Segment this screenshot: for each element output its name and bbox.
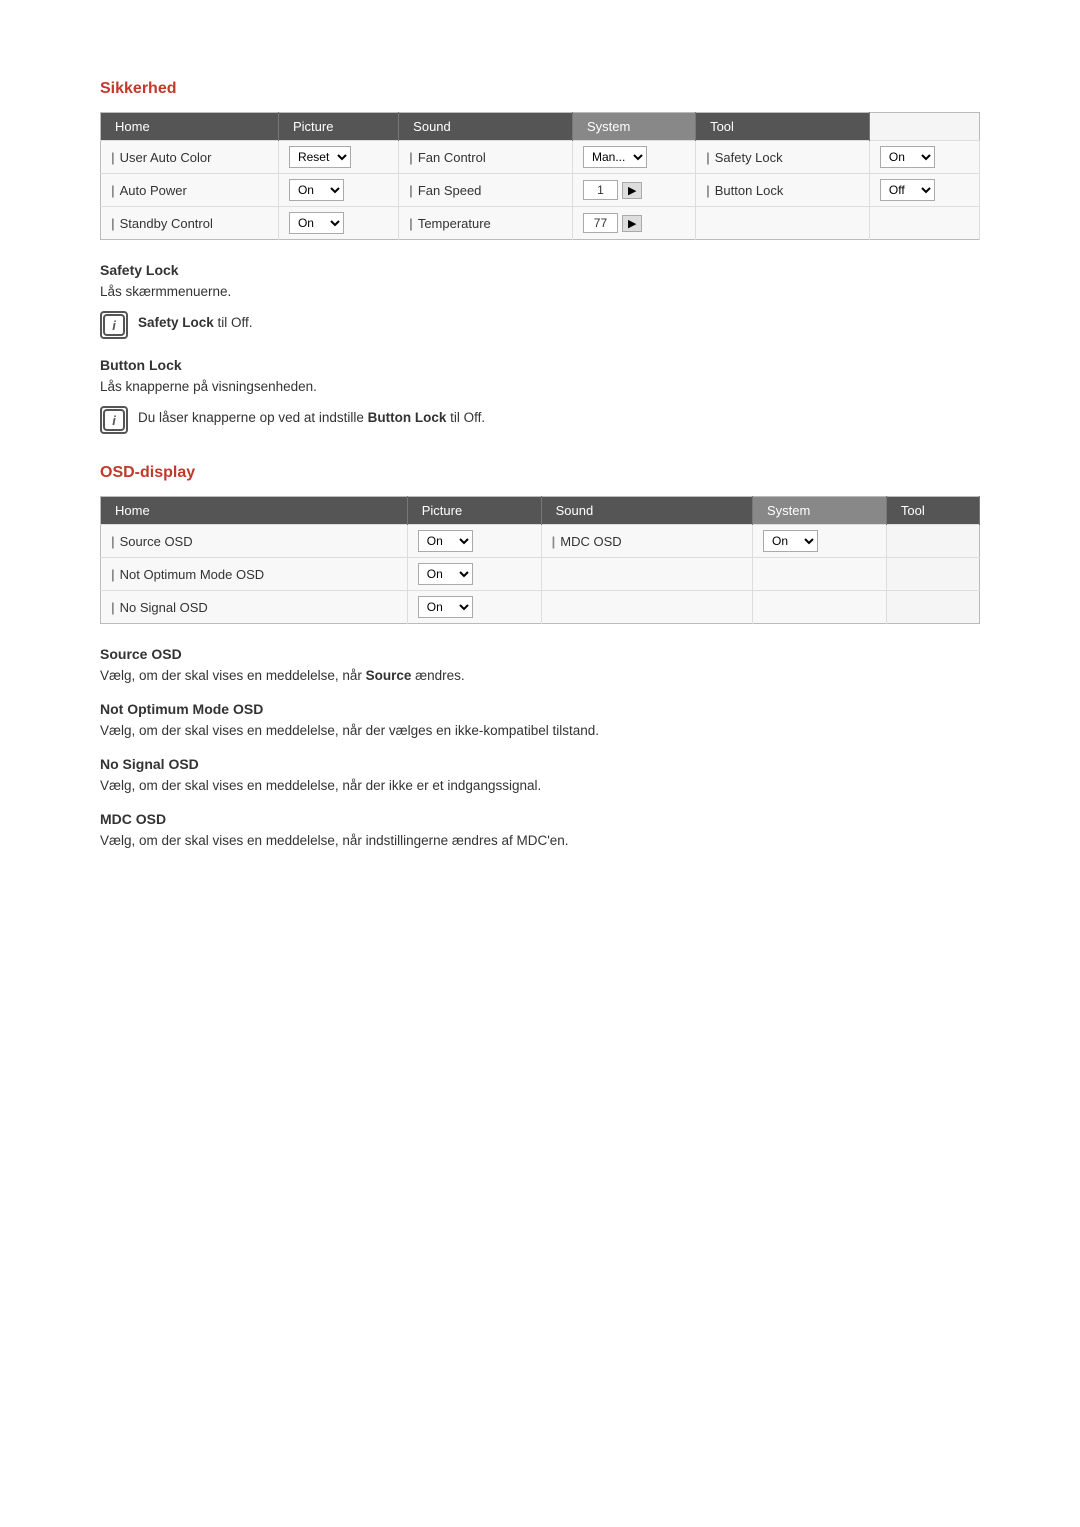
- button-lock-note-row: i Du låser knapperne op ved at indstille…: [100, 406, 980, 434]
- fan-control-control[interactable]: Man...: [572, 141, 695, 174]
- safety-lock-select[interactable]: On Off: [880, 146, 935, 168]
- auto-power-select[interactable]: On Off: [289, 179, 344, 201]
- sikkerhed-table: Home Picture Sound System Tool User Auto…: [100, 112, 980, 240]
- tab-sound[interactable]: Sound: [399, 113, 573, 141]
- no-signal-select[interactable]: On Off: [418, 596, 473, 618]
- source-osd-title: Source OSD: [100, 646, 980, 662]
- table-row: Auto Power On Off Fan Speed 1 ▶ Button L…: [101, 174, 980, 207]
- table-row: User Auto Color Reset Fan Control Man...…: [101, 141, 980, 174]
- no-signal-control[interactable]: On Off: [407, 591, 541, 624]
- not-optimum-control[interactable]: On Off: [407, 558, 541, 591]
- button-lock-desc: Lås knapperne på visningsenheden.: [100, 379, 980, 394]
- osd-empty-1: [541, 558, 752, 591]
- not-optimum-label: Not Optimum Mode OSD: [101, 558, 408, 591]
- osd-tab-tool[interactable]: Tool: [886, 497, 979, 525]
- osd-empty-2: [753, 558, 887, 591]
- empty-cell-1: [696, 207, 870, 240]
- button-lock-note-before: Du låser knapperne op ved at indstille: [138, 410, 368, 425]
- osd-title: OSD-display: [100, 464, 980, 482]
- temperature-next[interactable]: ▶: [622, 215, 642, 232]
- osd-table-row: Source OSD On Off MDC OSD On Off: [101, 525, 980, 558]
- tab-system[interactable]: System: [572, 113, 695, 141]
- fan-control-select[interactable]: Man...: [583, 146, 647, 168]
- osd-tab-picture[interactable]: Picture: [407, 497, 541, 525]
- user-auto-color-select[interactable]: Reset: [289, 146, 351, 168]
- standby-control-label: Standby Control: [101, 207, 279, 240]
- osd-tab-home[interactable]: Home: [101, 497, 408, 525]
- safety-lock-title: Safety Lock: [100, 262, 980, 278]
- sikkerhed-title: Sikkerhed: [100, 80, 980, 98]
- safety-lock-note: Safety Lock til Off.: [138, 311, 253, 330]
- table-row: Standby Control On Off Temperature 77 ▶: [101, 207, 980, 240]
- button-lock-note: Du låser knapperne op ved at indstille B…: [138, 406, 485, 425]
- temperature-label: Temperature: [399, 207, 573, 240]
- svg-text:i: i: [112, 318, 116, 333]
- osd-table-row: Not Optimum Mode OSD On Off: [101, 558, 980, 591]
- tab-home[interactable]: Home: [101, 113, 279, 141]
- fan-speed-control[interactable]: 1 ▶: [572, 174, 695, 207]
- user-auto-color-control[interactable]: Reset: [278, 141, 398, 174]
- mdc-osd-label: MDC OSD: [541, 525, 752, 558]
- fan-speed-value: 1: [583, 180, 618, 200]
- source-bold: Source: [366, 668, 412, 683]
- fan-speed-label: Fan Speed: [399, 174, 573, 207]
- not-optimum-title: Not Optimum Mode OSD: [100, 701, 980, 717]
- svg-text:i: i: [112, 413, 116, 428]
- standby-control-control[interactable]: On Off: [278, 207, 398, 240]
- source-osd-select[interactable]: On Off: [418, 530, 473, 552]
- note-icon-2: i: [100, 406, 128, 434]
- temperature-value: 77: [583, 213, 618, 233]
- empty-cell-2: [869, 207, 979, 240]
- tab-picture[interactable]: Picture: [278, 113, 398, 141]
- fan-speed-next[interactable]: ▶: [622, 182, 642, 199]
- source-osd-control[interactable]: On Off: [407, 525, 541, 558]
- button-lock-note-after: til Off.: [446, 410, 485, 425]
- no-signal-desc: Vælg, om der skal vises en meddelelse, n…: [100, 778, 980, 793]
- button-lock-control[interactable]: Off On: [869, 174, 979, 207]
- auto-power-control[interactable]: On Off: [278, 174, 398, 207]
- safety-lock-desc: Lås skærmmenuerne.: [100, 284, 980, 299]
- fan-control-label: Fan Control: [399, 141, 573, 174]
- safety-lock-note-row: i Safety Lock til Off.: [100, 311, 980, 339]
- source-osd-desc: Vælg, om der skal vises en meddelelse, n…: [100, 668, 980, 683]
- osd-tab-sound[interactable]: Sound: [541, 497, 752, 525]
- mdc-osd-select[interactable]: On Off: [763, 530, 818, 552]
- mdc-osd-control[interactable]: On Off: [753, 525, 887, 558]
- button-lock-note-bold: Button Lock: [368, 410, 447, 425]
- not-optimum-select[interactable]: On Off: [418, 563, 473, 585]
- safety-lock-label: Safety Lock: [696, 141, 870, 174]
- user-auto-color-label: User Auto Color: [101, 141, 279, 174]
- mdc-osd-desc: Vælg, om der skal vises en meddelelse, n…: [100, 833, 980, 848]
- safety-lock-note-after: til Off.: [214, 315, 253, 330]
- tab-tool[interactable]: Tool: [696, 113, 870, 141]
- temperature-control[interactable]: 77 ▶: [572, 207, 695, 240]
- button-lock-label: Button Lock: [696, 174, 870, 207]
- osd-empty-3: [541, 591, 752, 624]
- mdc-osd-title: MDC OSD: [100, 811, 980, 827]
- button-lock-select[interactable]: Off On: [880, 179, 935, 201]
- note-icon-1: i: [100, 311, 128, 339]
- osd-tab-system[interactable]: System: [753, 497, 887, 525]
- standby-control-select[interactable]: On Off: [289, 212, 344, 234]
- osd-table-row: No Signal OSD On Off: [101, 591, 980, 624]
- no-signal-title: No Signal OSD: [100, 756, 980, 772]
- osd-table: Home Picture Sound System Tool Source OS…: [100, 496, 980, 624]
- safety-lock-note-bold: Safety Lock: [138, 315, 214, 330]
- button-lock-title: Button Lock: [100, 357, 980, 373]
- source-osd-label: Source OSD: [101, 525, 408, 558]
- no-signal-label: No Signal OSD: [101, 591, 408, 624]
- safety-lock-control[interactable]: On Off: [869, 141, 979, 174]
- auto-power-label: Auto Power: [101, 174, 279, 207]
- not-optimum-desc: Vælg, om der skal vises en meddelelse, n…: [100, 723, 980, 738]
- osd-empty-4: [753, 591, 887, 624]
